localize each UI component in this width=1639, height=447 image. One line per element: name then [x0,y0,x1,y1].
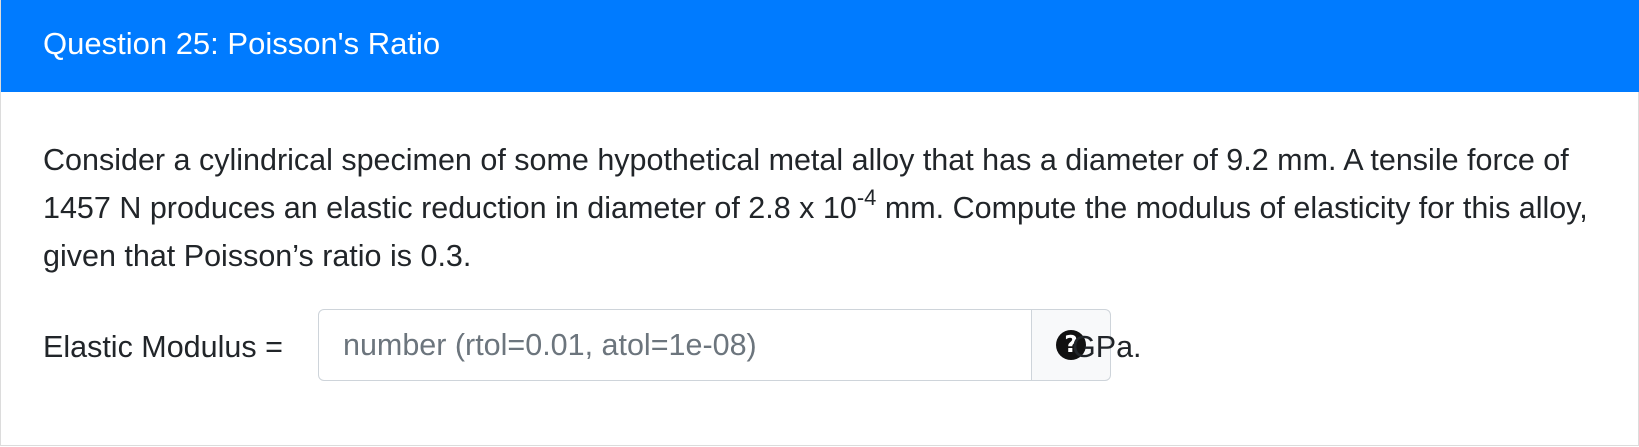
exponent: -4 [856,184,877,210]
answer-label: Elastic Modulus = [43,330,283,364]
elastic-modulus-input[interactable] [318,309,1032,381]
card-header: Question 25: Poisson's Ratio [1,0,1639,92]
answer-row: Elastic Modulus = ? GPa. [43,309,1623,385]
answer-input-group: ? [318,309,1153,383]
unit-label: GPa. [1072,330,1142,364]
question-text: Consider a cylindrical specimen of some … [43,136,1613,280]
question-card: Question 25: Poisson's Ratio Consider a … [0,0,1639,446]
question-title: Question 25: Poisson's Ratio [43,26,441,61]
